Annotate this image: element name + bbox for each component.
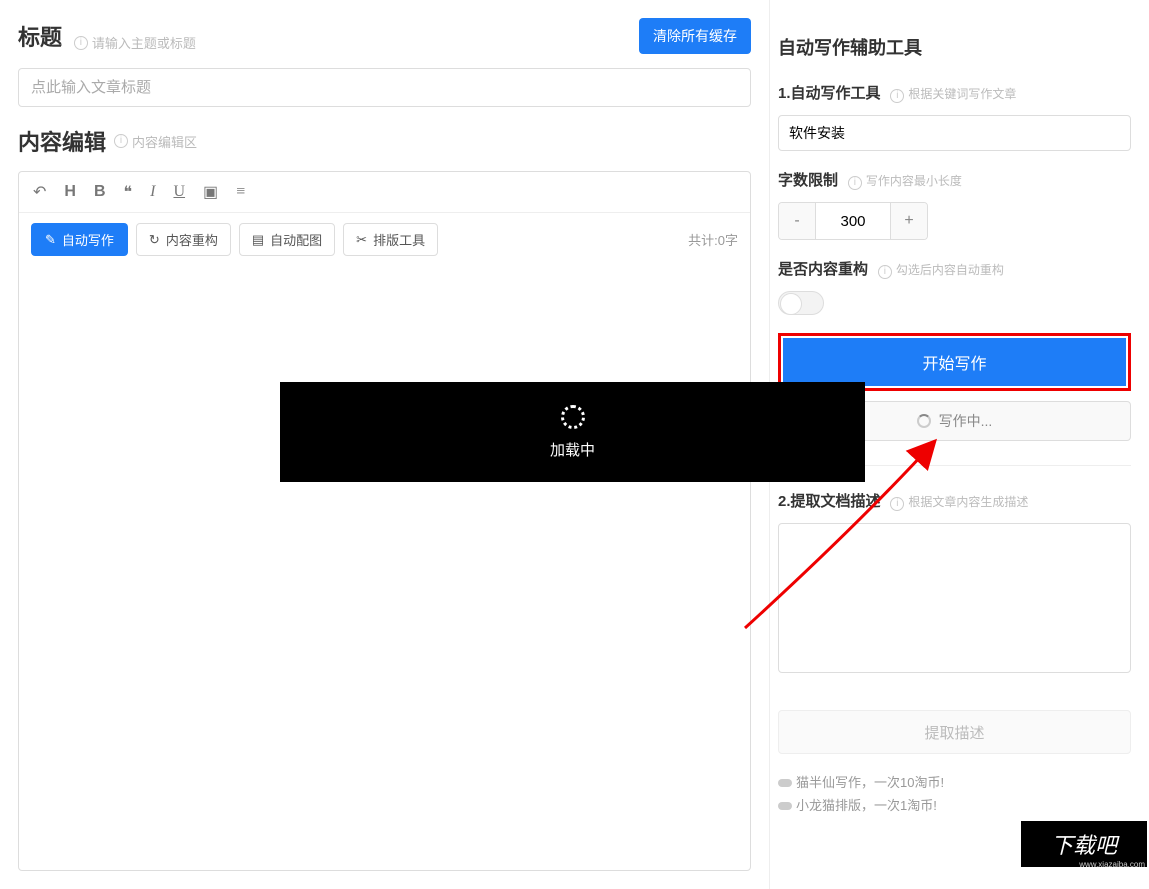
section1-label: 1.自动写作工具 (778, 85, 881, 102)
section2-hint: i根据文章内容生成描述 (890, 495, 1028, 509)
info-icon: i (890, 89, 904, 103)
content-heading: 内容编辑 (18, 125, 106, 157)
title-heading: 标题 (18, 25, 62, 50)
content-hint: i内容编辑区 (114, 132, 197, 151)
info-icon: i (890, 497, 904, 511)
editor: ↶ H B ❝ I U ▣ ≡ ✎自动写作 ↻内容重构 ▤自动配图 ✂排版工具 … (18, 171, 751, 871)
align-icon[interactable]: ≡ (236, 183, 245, 201)
editor-content-area[interactable] (19, 266, 750, 866)
footer-notes: 猫半仙写作，一次10淘币! 小龙猫排版，一次1淘币! (778, 772, 1131, 814)
restructure-toggle-hint: i勾选后内容自动重构 (878, 263, 1004, 277)
limit-hint: i写作内容最小长度 (848, 174, 962, 188)
start-writing-button[interactable]: 开始写作 (783, 338, 1126, 386)
word-count: 共计:0字 (688, 230, 738, 249)
info-icon: i (74, 36, 88, 50)
spinner-icon (561, 405, 585, 429)
image-icon[interactable]: ▣ (203, 182, 218, 202)
cloud-icon (778, 779, 792, 787)
loading-overlay: 加载中 (280, 382, 865, 482)
restructure-toggle[interactable] (778, 291, 824, 315)
auto-image-button[interactable]: ▤自动配图 (239, 223, 335, 256)
refresh-icon: ↻ (149, 232, 160, 248)
word-limit-stepper: - + (778, 202, 928, 240)
description-textarea[interactable] (778, 523, 1131, 673)
keyword-input[interactable] (778, 115, 1131, 151)
tool-icon: ✂ (356, 232, 367, 248)
note2: 小龙猫排版，一次1淘币! (796, 798, 937, 813)
editor-toolbar-format: ↶ H B ❝ I U ▣ ≡ (19, 172, 750, 213)
pencil-icon: ✎ (45, 232, 56, 248)
title-hint: i请输入主题或标题 (74, 33, 196, 52)
restructure-button[interactable]: ↻内容重构 (136, 223, 231, 256)
heading-icon[interactable]: H (64, 183, 76, 201)
info-icon: i (114, 134, 128, 148)
article-title-input[interactable] (18, 68, 751, 107)
quote-icon[interactable]: ❝ (124, 182, 133, 202)
assist-panel-title: 自动写作辅助工具 (778, 34, 1131, 60)
cloud-icon (778, 802, 792, 810)
limit-label: 字数限制 (778, 172, 838, 189)
loading-text: 加载中 (550, 439, 595, 460)
section2-label: 2.提取文档描述 (778, 493, 881, 510)
picture-icon: ▤ (252, 232, 264, 248)
info-icon: i (848, 176, 862, 190)
note1: 猫半仙写作，一次10淘币! (796, 775, 944, 790)
spinner-icon (917, 414, 931, 428)
word-limit-input[interactable] (815, 203, 891, 239)
editor-toolbar-actions: ✎自动写作 ↻内容重构 ▤自动配图 ✂排版工具 共计:0字 (19, 213, 750, 266)
stepper-plus-button[interactable]: + (891, 203, 927, 239)
undo-icon[interactable]: ↶ (33, 182, 46, 202)
extract-description-button[interactable]: 提取描述 (778, 710, 1131, 754)
clear-cache-button[interactable]: 清除所有缓存 (639, 18, 751, 54)
underline-icon[interactable]: U (173, 183, 185, 201)
auto-write-button[interactable]: ✎自动写作 (31, 223, 128, 256)
stepper-minus-button[interactable]: - (779, 203, 815, 239)
restructure-toggle-label: 是否内容重构 (778, 261, 868, 278)
section1-hint: i根据关键词写作文章 (890, 87, 1016, 101)
info-icon: i (878, 265, 892, 279)
watermark-logo: 下载吧 www.xiazaiba.com (1019, 819, 1149, 869)
bold-icon[interactable]: B (94, 183, 106, 201)
layout-tool-button[interactable]: ✂排版工具 (343, 223, 438, 256)
italic-icon[interactable]: I (150, 183, 155, 201)
